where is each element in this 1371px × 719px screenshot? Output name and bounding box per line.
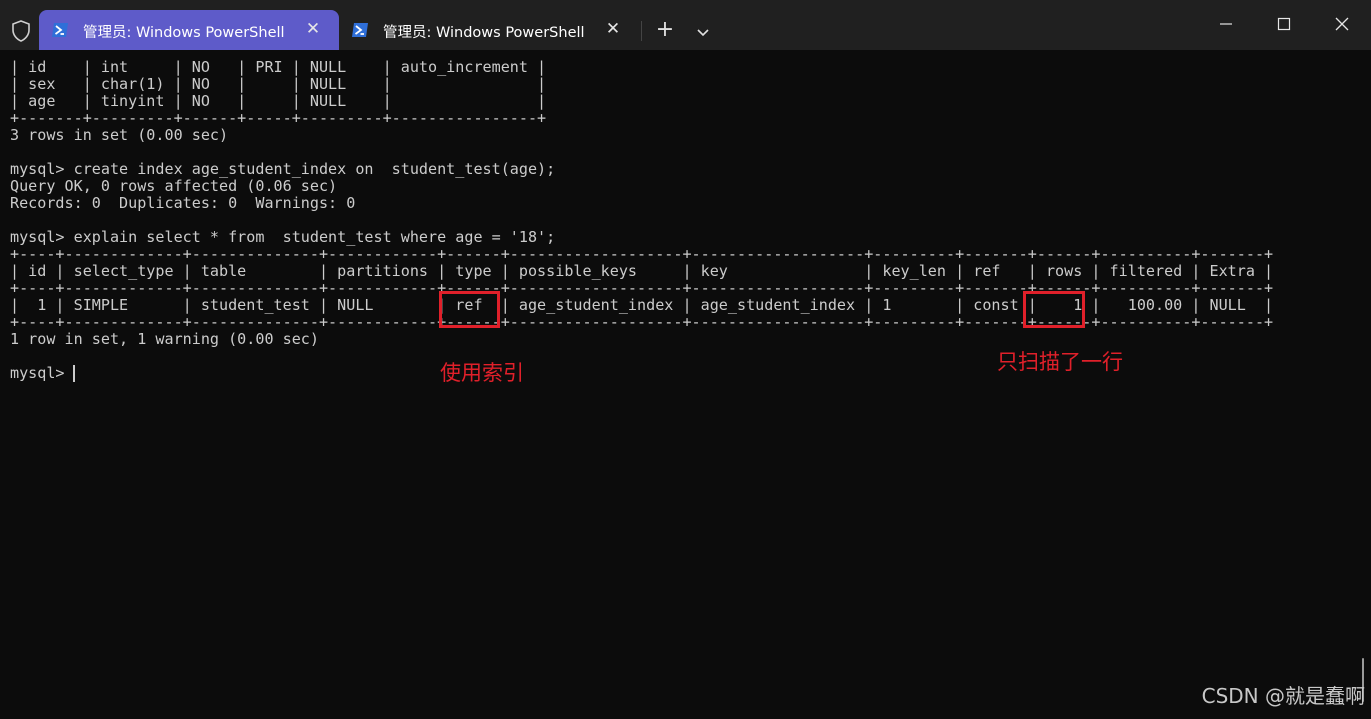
highlight-rows-column — [1023, 291, 1085, 328]
terminal-line: Query OK, 0 rows affected (0.06 sec) — [10, 177, 338, 195]
terminal-line: | id | int | NO | PRI | NULL | auto_incr… — [10, 58, 547, 76]
text-cursor — [73, 365, 75, 382]
minimize-icon — [1220, 23, 1232, 25]
tab-powershell-2[interactable]: 管理员: Windows PowerShell ✕ — [339, 10, 639, 50]
terminal-window: 管理员: Windows PowerShell ✕ 管理员: Windows P… — [0, 0, 1371, 719]
terminal-lines: | id | int | NO | PRI | NULL | auto_incr… — [10, 59, 1273, 382]
terminal-line: Records: 0 Duplicates: 0 Warnings: 0 — [10, 194, 356, 212]
maximize-icon — [1277, 17, 1291, 31]
annotation-scanned-one-row: 只扫描了一行 — [997, 350, 1123, 374]
shield-icon — [12, 20, 30, 42]
chevron-down-icon[interactable] — [692, 21, 714, 43]
tab-powershell-1[interactable]: 管理员: Windows PowerShell ✕ — [39, 10, 339, 50]
highlight-type-column — [439, 291, 500, 328]
watermark: CSDN @就是蠢啊 — [1201, 684, 1365, 708]
terminal-line: +-------+---------+------+-----+--------… — [10, 109, 547, 127]
terminal-line: | age | tinyint | NO | | NULL | | — [10, 92, 547, 110]
tab-title: 管理员: Windows PowerShell — [83, 25, 285, 41]
terminal-line: 3 rows in set (0.00 sec) — [10, 126, 229, 144]
powershell-icon — [352, 23, 368, 37]
maximize-button[interactable] — [1261, 8, 1307, 42]
terminal-line: mysql> create index age_student_index on… — [10, 160, 556, 178]
new-tab-plus-icon[interactable]: + — [652, 18, 678, 44]
close-icon — [1335, 17, 1349, 31]
terminal-line: | sex | char(1) | NO | | NULL | | — [10, 75, 547, 93]
terminal-line: | id | select_type | table | partitions … — [10, 262, 1274, 280]
terminal-output[interactable]: | id | int | NO | PRI | NULL | auto_incr… — [0, 50, 1371, 719]
window-close-button[interactable] — [1319, 8, 1365, 42]
title-bar: 管理员: Windows PowerShell ✕ 管理员: Windows P… — [0, 0, 1371, 50]
annotation-uses-index: 使用索引 — [440, 361, 524, 385]
terminal-line: +----+-------------+--------------+-----… — [10, 245, 1274, 263]
minimize-button[interactable] — [1203, 8, 1249, 42]
powershell-icon — [52, 23, 68, 37]
tab-title: 管理员: Windows PowerShell — [383, 25, 585, 41]
terminal-line: mysql> explain select * from student_tes… — [10, 228, 556, 246]
tab-close-icon[interactable]: ✕ — [305, 21, 321, 38]
tab-close-icon[interactable]: ✕ — [605, 21, 621, 38]
tab-separator — [641, 21, 642, 41]
